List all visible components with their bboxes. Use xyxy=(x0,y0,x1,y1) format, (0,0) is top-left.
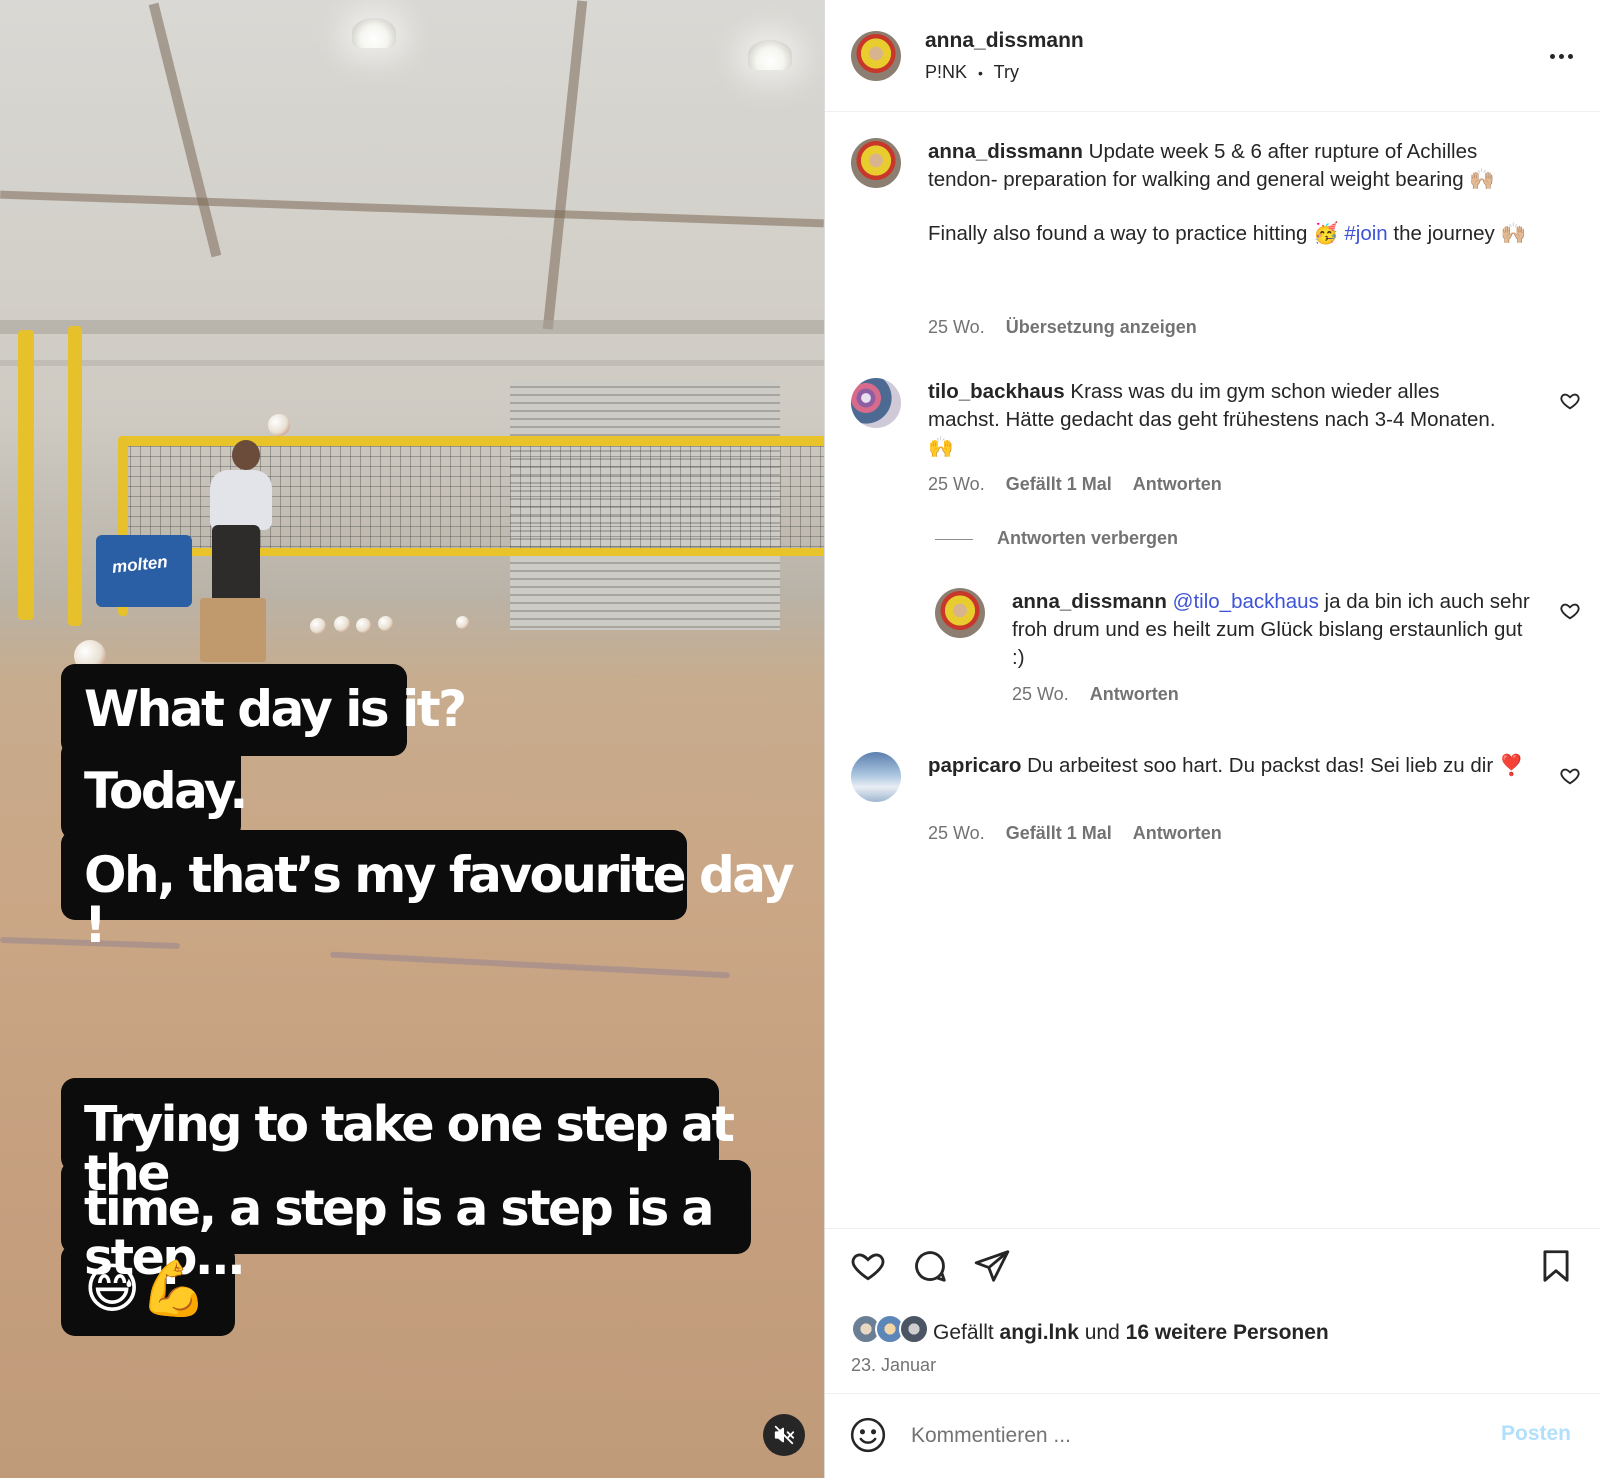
audio-separator: • xyxy=(978,65,983,81)
caption-text: Finally also found a way to practice hit… xyxy=(928,222,1345,245)
post-actions: Gefällt angi.lnk und 16 weitere Personen… xyxy=(825,1228,1600,1398)
liker-username[interactable]: angi.lnk xyxy=(1000,1321,1079,1344)
comment-text: Du arbeitest soo hart. Du packst das! Se… xyxy=(1027,754,1525,777)
avatar xyxy=(899,1314,929,1344)
avatar[interactable] xyxy=(851,378,901,428)
comment-input[interactable] xyxy=(911,1418,1471,1454)
volleyball xyxy=(456,616,469,629)
roof-beam xyxy=(542,0,588,330)
volleyball xyxy=(378,616,393,631)
hide-replies-label[interactable]: Antworten verbergen xyxy=(997,528,1178,548)
comment-username[interactable]: anna_dissmann xyxy=(1012,590,1167,613)
ceiling-lamp xyxy=(352,18,396,48)
caption-username[interactable]: anna_dissmann xyxy=(928,140,1083,163)
volleyball xyxy=(356,618,371,633)
post-video[interactable]: molten What day is it? Today. Oh, that’s… xyxy=(0,0,824,1478)
comment-meta: 25 Wo. Antworten xyxy=(1012,684,1195,705)
comment-icon[interactable] xyxy=(911,1247,949,1285)
comment: papricaro Du arbeitest soo hart. Du pack… xyxy=(928,752,1528,780)
overlay-line: Oh, that’s my favourite day ! xyxy=(84,846,795,954)
avatar[interactable] xyxy=(935,588,985,638)
overlay-line: Today. xyxy=(84,762,248,820)
heart-icon[interactable] xyxy=(849,1247,887,1285)
player-legs xyxy=(212,525,260,605)
hashtag-link[interactable]: #join xyxy=(1344,222,1387,245)
hide-replies-button[interactable]: Antworten verbergen xyxy=(935,528,1194,549)
likes-count[interactable]: Gefällt 1 Mal xyxy=(1006,823,1112,843)
roof-beam xyxy=(0,190,824,228)
avatar[interactable] xyxy=(851,31,901,81)
post-date[interactable]: 23. Januar xyxy=(851,1355,936,1376)
comment-username[interactable]: papricaro xyxy=(928,754,1021,777)
player-body xyxy=(210,470,272,530)
caption-text: the journey 🙌🏼 xyxy=(1387,222,1527,245)
paper-plane-icon[interactable] xyxy=(973,1247,1011,1285)
timestamp[interactable]: 25 Wo. xyxy=(928,317,985,337)
timestamp[interactable]: 25 Wo. xyxy=(1012,684,1069,704)
mention-link[interactable]: @tilo_backhaus xyxy=(1173,590,1319,613)
overlay-line: What day is it? xyxy=(84,680,467,738)
comment-meta: 25 Wo. Gefällt 1 Mal Antworten xyxy=(928,474,1238,495)
heart-icon[interactable] xyxy=(1559,600,1581,622)
heart-icon[interactable] xyxy=(1559,390,1581,412)
net-pole xyxy=(18,330,34,620)
heart-icon[interactable] xyxy=(1559,765,1581,787)
dot xyxy=(1567,53,1573,59)
smiley-icon[interactable] xyxy=(849,1416,887,1454)
audio-track[interactable]: Try xyxy=(994,62,1019,82)
volleyball xyxy=(268,414,290,436)
likes-summary[interactable]: Gefällt angi.lnk und 16 weitere Personen xyxy=(933,1321,1329,1345)
player-head xyxy=(232,440,260,470)
post-header: anna_dissmann P!NK • Try xyxy=(825,0,1600,112)
wall-strip xyxy=(0,320,824,334)
reply-comment: anna_dissmann @tilo_backhaus ja da bin i… xyxy=(1012,588,1532,672)
avatar[interactable] xyxy=(851,752,901,802)
reply-button[interactable]: Antworten xyxy=(1090,684,1179,704)
likes-prefix: Gefällt xyxy=(933,1321,994,1344)
likes-count[interactable]: Gefällt 1 Mal xyxy=(1006,474,1112,494)
avatar[interactable] xyxy=(851,138,901,188)
reply-button[interactable]: Antworten xyxy=(1133,474,1222,494)
likes-others[interactable]: 16 weitere Personen xyxy=(1126,1321,1329,1344)
comment-composer: Posten xyxy=(825,1393,1600,1478)
comment-username[interactable]: tilo_backhaus xyxy=(928,380,1065,403)
bookmark-icon[interactable] xyxy=(1537,1247,1575,1285)
net-pole xyxy=(68,326,82,626)
caption-meta: 25 Wo. Übersetzung anzeigen xyxy=(928,317,1213,338)
court-line xyxy=(330,951,730,979)
roof-beam xyxy=(148,2,222,258)
wall-strip xyxy=(0,360,824,366)
timestamp[interactable]: 25 Wo. xyxy=(928,823,985,843)
post-author-username[interactable]: anna_dissmann xyxy=(925,29,1084,53)
reply-button[interactable]: Antworten xyxy=(1133,823,1222,843)
mute-button[interactable] xyxy=(763,1414,805,1456)
post-sidebar: anna_dissmann P!NK • Try anna_dissmann U… xyxy=(824,0,1600,1478)
volleyball xyxy=(334,616,350,632)
audio-artist[interactable]: P!NK xyxy=(925,62,967,82)
volleyball xyxy=(310,618,326,634)
wooden-box xyxy=(200,598,266,662)
likes-and: und xyxy=(1084,1321,1120,1344)
post-button[interactable]: Posten xyxy=(1501,1422,1571,1446)
ceiling-lamp xyxy=(748,40,792,70)
timestamp[interactable]: 25 Wo. xyxy=(928,474,985,494)
divider xyxy=(935,538,973,540)
comment: tilo_backhaus Krass was du im gym schon … xyxy=(928,378,1508,462)
speaker-muted-icon xyxy=(774,1425,795,1445)
comment-meta: 25 Wo. Gefällt 1 Mal Antworten xyxy=(928,823,1238,844)
more-horizontal-icon xyxy=(1549,53,1555,59)
translate-link[interactable]: Übersetzung anzeigen xyxy=(1006,317,1197,337)
audio-info[interactable]: P!NK • Try xyxy=(925,62,1019,83)
post-caption: anna_dissmann Update week 5 & 6 after ru… xyxy=(928,138,1548,248)
more-options-button[interactable] xyxy=(1541,42,1581,70)
overlay-emoji: 😅💪 xyxy=(84,1257,208,1320)
dot xyxy=(1558,53,1564,59)
